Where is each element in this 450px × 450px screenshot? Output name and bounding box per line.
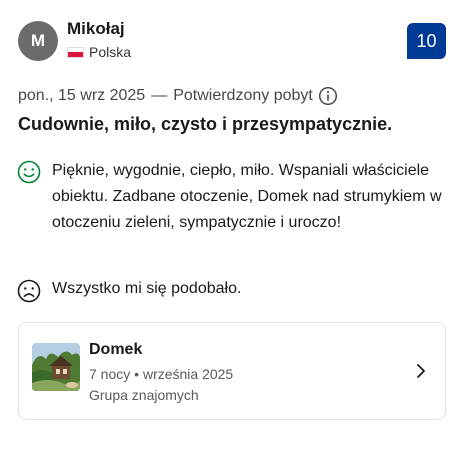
review-date: pon., 15 wrz 2025 xyxy=(18,87,146,104)
review-score-badge: 10 xyxy=(407,23,446,59)
stay-month: września 2025 xyxy=(142,366,234,382)
traveler-type: Grupa znajomych xyxy=(89,387,199,403)
reviewer-country: Polska xyxy=(67,44,131,60)
positive-review-text: Pięknie, wygodnie, ciepło, miło. Wspania… xyxy=(52,162,442,231)
country-label: Polska xyxy=(89,44,132,60)
stay-dot-separator: • xyxy=(134,366,140,382)
frown-icon xyxy=(17,279,41,303)
meta-separator: — xyxy=(151,87,168,104)
stay-details-card[interactable]: Domek 7 nocy • września 2025 Grupa znajo… xyxy=(18,322,446,420)
chevron-right-icon[interactable] xyxy=(411,361,431,381)
stay-nights: 7 nocy xyxy=(89,366,131,382)
room-name: Domek xyxy=(89,341,143,358)
review-title: Cudownie, miło, czysto i przesympatyczni… xyxy=(18,114,393,134)
poland-flag-icon xyxy=(67,46,84,58)
smile-icon xyxy=(17,160,41,184)
avatar: M xyxy=(18,21,58,61)
review-meta: pon., 15 wrz 2025 — Potwierdzony pobyt xyxy=(18,86,338,106)
room-thumbnail xyxy=(32,343,80,391)
reviewer-name: Mikołaj xyxy=(67,19,125,38)
info-circle-icon[interactable] xyxy=(318,86,338,106)
negative-review-text: Wszystko mi się podobało. xyxy=(52,280,242,297)
avatar-initial: M xyxy=(30,31,46,50)
stay-info: 7 nocy • września 2025 xyxy=(89,366,233,382)
verified-stay-label: Potwierdzony pobyt xyxy=(173,87,313,104)
